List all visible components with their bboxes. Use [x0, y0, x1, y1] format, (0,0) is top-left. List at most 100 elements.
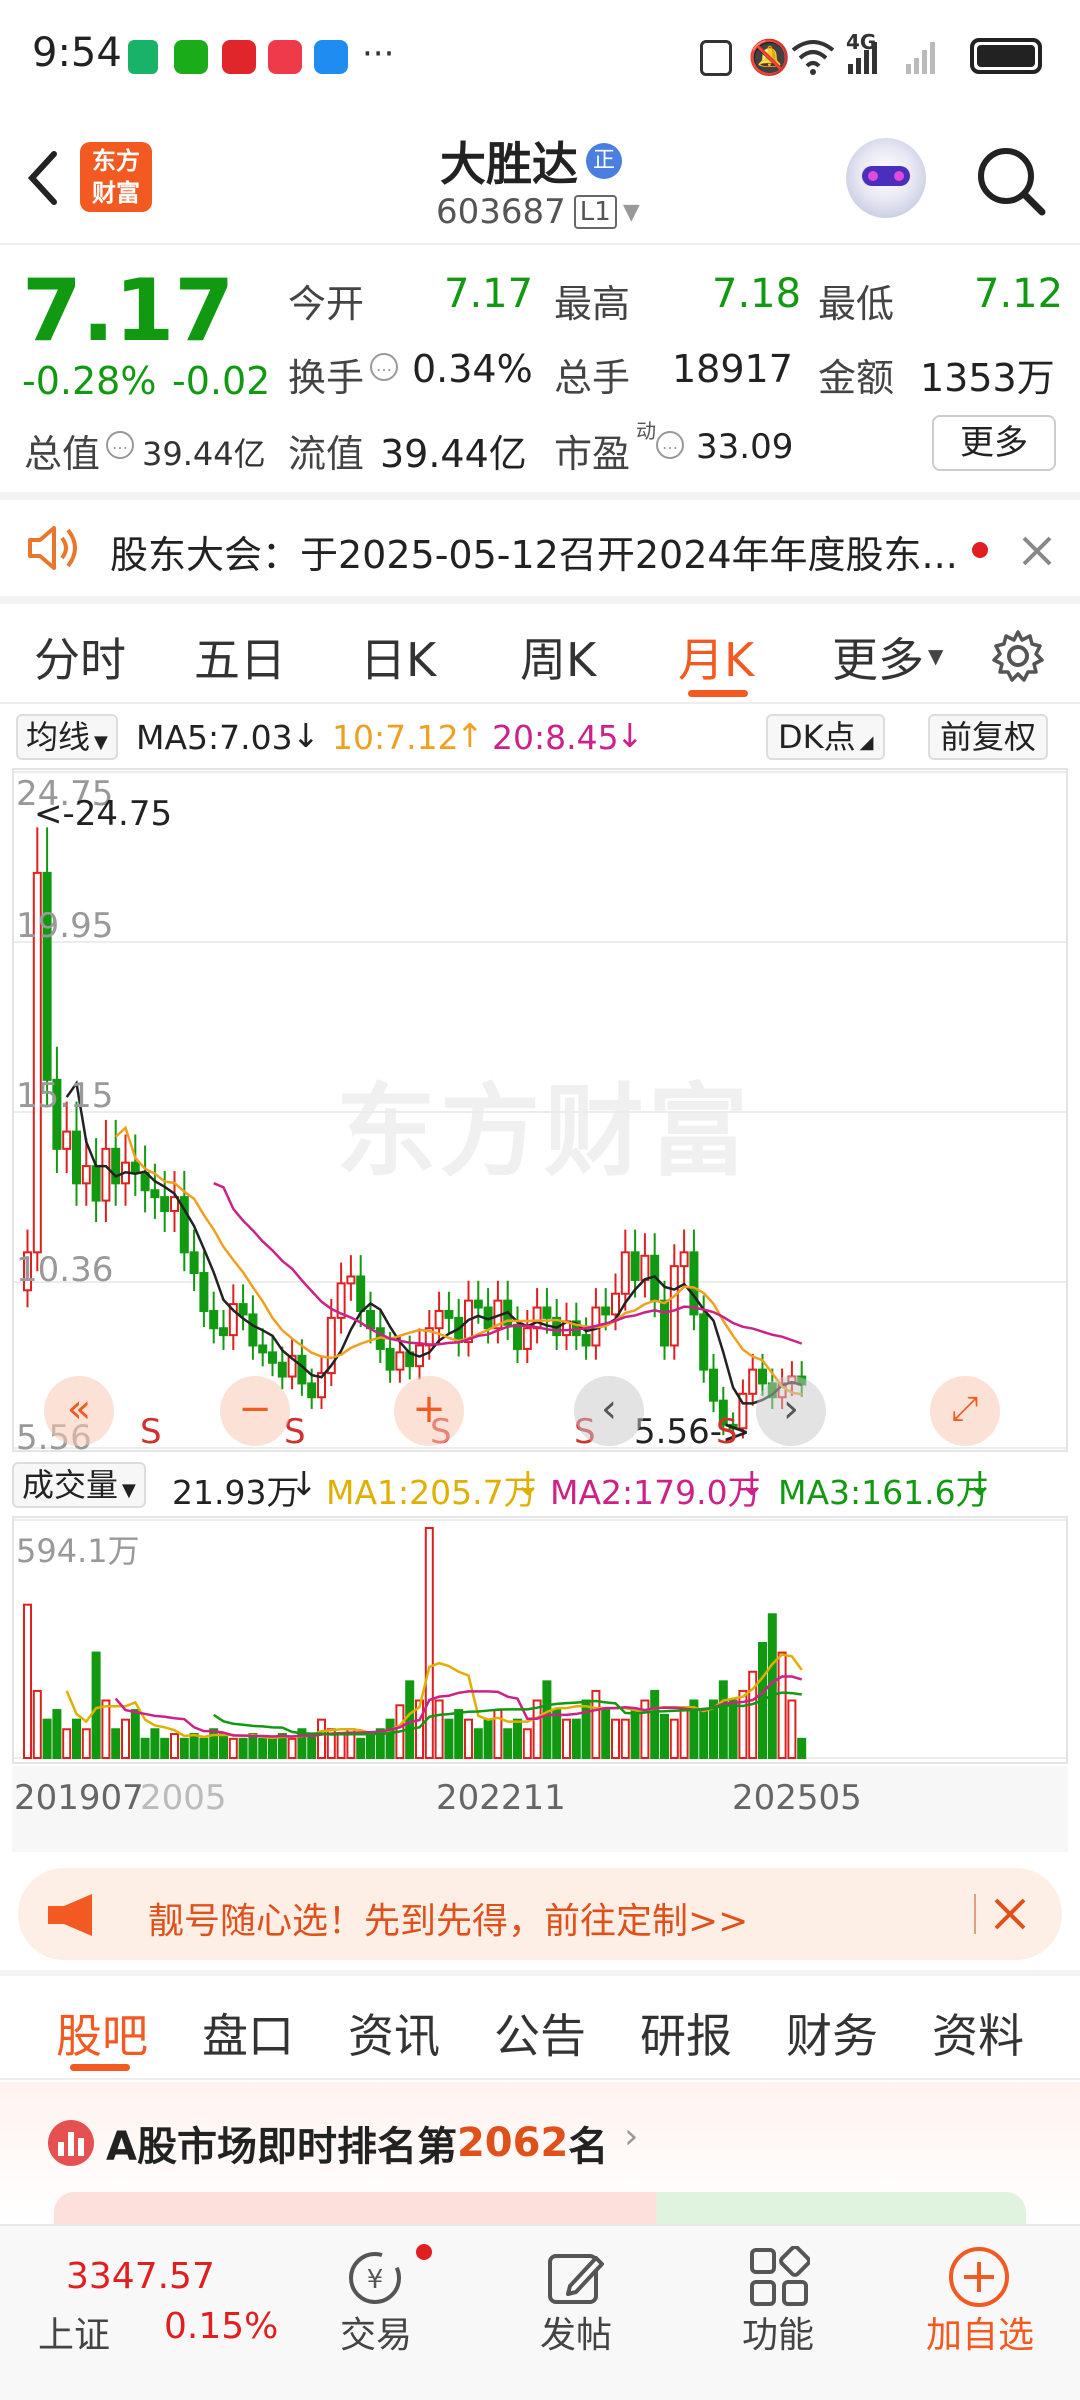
x-label-start: 201907 [14, 1778, 144, 1818]
stock-code-row[interactable]: 603687 L1 ▼ [436, 192, 640, 232]
tab-order-book[interactable]: 盘口 [202, 2000, 294, 2066]
more-button[interactable]: 更多 [932, 415, 1056, 471]
close-icon[interactable] [992, 1896, 1028, 1932]
hourglass-app-icon [128, 40, 158, 74]
info-icon[interactable]: … [106, 431, 134, 459]
battery-icon [970, 38, 1042, 74]
index-change[interactable]: 0.15% [164, 2306, 278, 2347]
tab-announcements[interactable]: 公告 [494, 2000, 586, 2066]
next-candle-button[interactable]: › [756, 1376, 826, 1446]
volume-label: 总手 [554, 356, 631, 400]
red-app-icon [222, 40, 256, 74]
nfc-icon [700, 40, 732, 76]
x-axis: 201907 2005 202211 202505 [12, 1766, 1068, 1852]
app-logo-line1: 东方 [92, 147, 140, 175]
stock-title[interactable]: 大胜达 正 [440, 128, 622, 194]
indicator-select[interactable]: 均线 ▼ [16, 714, 118, 760]
settings-gear-icon[interactable] [990, 628, 1046, 684]
search-icon[interactable] [974, 144, 1048, 218]
nav-trade[interactable]: 交易 [296, 2306, 456, 2358]
period-tabs: 分时 五日 日K 周K 月K 更多 ▼ [0, 604, 1080, 704]
y-label-4: 10.36 [16, 1250, 114, 1290]
tab-minute[interactable]: 分时 [34, 624, 126, 690]
volume-value: 21.93万 [172, 1473, 300, 1512]
tab-finance[interactable]: 财务 [786, 2000, 878, 2066]
tab-profile[interactable]: 资料 [932, 2000, 1024, 2066]
ranking-suffix: 名 [568, 2124, 609, 2170]
promo-text: 靓号随心选！先到先得，前往定制>> [148, 1901, 749, 1942]
turnover-value: 0.34% [412, 347, 533, 391]
info-icon[interactable]: … [370, 353, 398, 381]
tab-research[interactable]: 研报 [640, 2000, 732, 2066]
info-icon[interactable]: … [656, 431, 684, 459]
status-time: 9:54 [32, 30, 122, 76]
promo-banner[interactable]: 靓号随心选！先到先得，前往定制>> [18, 1868, 1062, 1960]
scroll-left-button[interactable]: « [44, 1376, 114, 1446]
sell-signal: S [140, 1412, 162, 1452]
robot-assistant-icon[interactable] [846, 138, 926, 218]
active-subtab-indicator [70, 2064, 130, 2071]
tab-weekly[interactable]: 周K [520, 624, 596, 690]
tab-monthly[interactable]: 月K [678, 624, 754, 690]
zoom-in-button[interactable]: + [394, 1376, 464, 1446]
tab-more[interactable]: 更多 [832, 624, 924, 690]
fullscreen-button[interactable]: ⤢ [930, 1376, 1000, 1446]
more-notifications-icon: ··· [362, 34, 395, 74]
volume-indicator-bar: 成交量 ▼ 21.93万 ↓ MA1:205.7万 ↓ MA2:179.0万 ↓ … [0, 1456, 1080, 1514]
post-icon[interactable] [544, 2246, 608, 2310]
volume-svg [14, 1519, 1066, 1760]
volume-chart[interactable]: 594.1万 [12, 1516, 1068, 1764]
change-value: -0.02 [172, 359, 271, 403]
volume-down-arrow-icon: ↓ [290, 1464, 318, 1503]
vol-ma2-value: MA2:179.0万 [550, 1473, 761, 1512]
ma20-down-arrow-icon: ↓ [616, 716, 644, 755]
vol-ma3-value: MA3:161.6万 [778, 1473, 989, 1512]
tab-five-day[interactable]: 五日 [194, 624, 286, 690]
close-icon[interactable] [1020, 534, 1054, 568]
amount-value: 1353万 [920, 356, 1055, 400]
functions-grid-icon[interactable] [748, 2246, 810, 2308]
level-badge: L1 [573, 195, 617, 229]
speaker-icon [28, 526, 77, 570]
notice-bar[interactable]: 股东大会：于2025-05-12召开2024年年度股东... [0, 500, 1080, 596]
ranking-number: 2062 [456, 2120, 569, 2166]
open-label: 今开 [288, 282, 365, 326]
trade-icon[interactable]: ¥ [338, 2246, 412, 2310]
app-logo-line2: 财富 [92, 179, 140, 207]
index-name[interactable]: 上证 [38, 2306, 110, 2358]
tab-daily[interactable]: 日K [360, 624, 436, 690]
app-logo[interactable]: 东方 财富 [80, 142, 152, 212]
nav-add-watchlist[interactable]: 加自选 [900, 2306, 1060, 2358]
promo-divider [974, 1894, 976, 1934]
sell-signal: S [716, 1412, 738, 1452]
ma20-value: 20:8.45 [492, 718, 619, 757]
active-tab-indicator [688, 690, 748, 697]
volume-indicator-select[interactable]: 成交量 ▼ [12, 1462, 146, 1508]
nav-functions[interactable]: 功能 [698, 2306, 858, 2358]
kline-svg [14, 771, 1066, 1449]
kline-chart[interactable]: 东方财富 24.75 19.95 15.15 10.36 5.56 <-24.7… [12, 768, 1068, 1458]
corner-icon: ◢ [859, 732, 874, 753]
low-value: 7.12 [974, 271, 1064, 317]
ma-indicator-bar: 均线 ▼ MA5:7.03 ↓ 10:7.12 ↑ 20:8.45 ↓ DK点 ◢ … [0, 706, 1080, 766]
add-watchlist-icon[interactable] [946, 2244, 1012, 2310]
open-value: 7.17 [444, 271, 534, 317]
signal-icon [848, 42, 935, 74]
y-label-2: 19.95 [16, 906, 114, 946]
dk-point-button[interactable]: DK点 ◢ [766, 714, 886, 760]
content-tabs: 股吧 盘口 资讯 公告 研报 财务 资料 [0, 1976, 1080, 2080]
megaphone-icon [48, 1894, 92, 1936]
mute-icon: 🔕 [748, 38, 791, 78]
back-arrow-icon[interactable] [22, 148, 62, 208]
ma5-down-arrow-icon: ↓ [292, 716, 320, 755]
prev-candle-button[interactable]: ‹ [574, 1376, 644, 1446]
max-price-marker: <-24.75 [34, 794, 173, 834]
notice-text: 股东大会：于2025-05-12召开2024年年度股东... [110, 533, 958, 577]
adjust-button[interactable]: 前复权 [928, 714, 1049, 760]
nav-post[interactable]: 发帖 [496, 2306, 656, 2358]
ranking-card[interactable]: A股市场即时排名第 2062 名 › [0, 2082, 1080, 2232]
tab-news[interactable]: 资讯 [348, 2000, 440, 2066]
index-value[interactable]: 3347.57 [66, 2256, 215, 2297]
zoom-out-button[interactable]: − [220, 1376, 290, 1446]
tab-forum[interactable]: 股吧 [56, 2000, 148, 2066]
